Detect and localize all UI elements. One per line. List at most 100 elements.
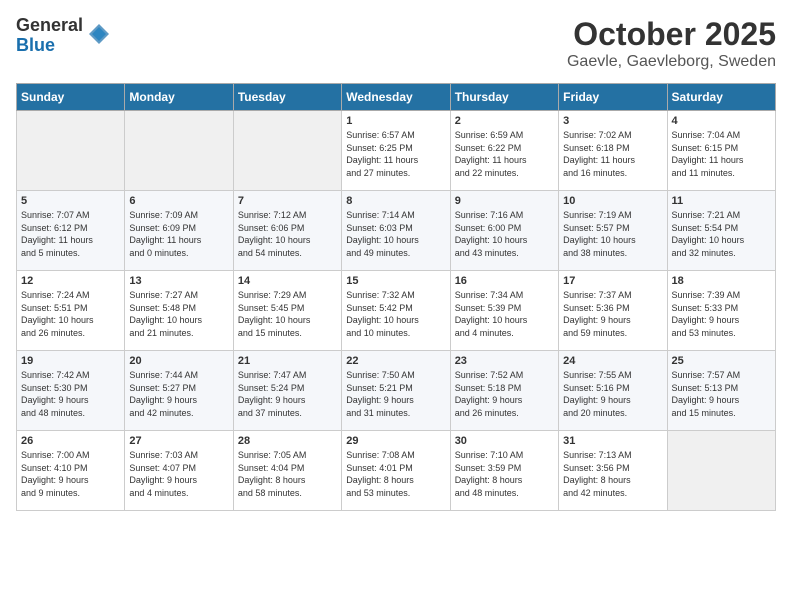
day-number: 30: [455, 435, 554, 447]
calendar-cell: [125, 111, 233, 191]
day-number: 1: [346, 115, 445, 127]
day-info: Sunrise: 7:13 AM Sunset: 3:56 PM Dayligh…: [563, 449, 662, 499]
calendar-cell: 12 Sunrise: 7:24 AM Sunset: 5:51 PM Dayli…: [17, 271, 125, 351]
day-number: 5: [21, 195, 120, 207]
header-day-wednesday: Wednesday: [342, 84, 450, 111]
header-row: SundayMondayTuesdayWednesdayThursdayFrid…: [17, 84, 776, 111]
calendar-table: SundayMondayTuesdayWednesdayThursdayFrid…: [16, 83, 776, 511]
day-info: Sunrise: 7:29 AM Sunset: 5:45 PM Dayligh…: [238, 289, 337, 339]
day-info: Sunrise: 7:47 AM Sunset: 5:24 PM Dayligh…: [238, 369, 337, 419]
day-number: 24: [563, 355, 662, 367]
day-number: 20: [129, 355, 228, 367]
calendar-header: SundayMondayTuesdayWednesdayThursdayFrid…: [17, 84, 776, 111]
calendar-cell: 1Sunrise: 6:57 AM Sunset: 6:25 PM Daylig…: [342, 111, 450, 191]
day-number: 15: [346, 275, 445, 287]
header-day-friday: Friday: [559, 84, 667, 111]
calendar-body: 1Sunrise: 6:57 AM Sunset: 6:25 PM Daylig…: [17, 111, 776, 511]
day-info: Sunrise: 7:44 AM Sunset: 5:27 PM Dayligh…: [129, 369, 228, 419]
calendar-cell: [17, 111, 125, 191]
calendar-cell: 21 Sunrise: 7:47 AM Sunset: 5:24 PM Dayli…: [233, 351, 341, 431]
day-number: 10: [563, 195, 662, 207]
calendar-cell: 5 Sunrise: 7:07 AM Sunset: 6:12 PM Daylig…: [17, 191, 125, 271]
day-info: Sunrise: 7:00 AM Sunset: 4:10 PM Dayligh…: [21, 449, 120, 499]
day-info: Sunrise: 7:14 AM Sunset: 6:03 PM Dayligh…: [346, 209, 445, 259]
day-info: Sunrise: 7:09 AM Sunset: 6:09 PM Dayligh…: [129, 209, 228, 259]
calendar-cell: 9 Sunrise: 7:16 AM Sunset: 6:00 PM Daylig…: [450, 191, 558, 271]
day-number: 19: [21, 355, 120, 367]
logo-general: General: [16, 16, 83, 36]
calendar-cell: [233, 111, 341, 191]
calendar-cell: 6 Sunrise: 7:09 AM Sunset: 6:09 PM Daylig…: [125, 191, 233, 271]
day-info: Sunrise: 7:57 AM Sunset: 5:13 PM Dayligh…: [672, 369, 771, 419]
logo: General Blue: [16, 16, 111, 56]
day-info: Sunrise: 7:08 AM Sunset: 4:01 PM Dayligh…: [346, 449, 445, 499]
day-info: Sunrise: 7:32 AM Sunset: 5:42 PM Dayligh…: [346, 289, 445, 339]
day-info: Sunrise: 7:50 AM Sunset: 5:21 PM Dayligh…: [346, 369, 445, 419]
day-number: 9: [455, 195, 554, 207]
day-number: 29: [346, 435, 445, 447]
day-number: 6: [129, 195, 228, 207]
day-number: 13: [129, 275, 228, 287]
calendar-cell: 19 Sunrise: 7:42 AM Sunset: 5:30 PM Dayli…: [17, 351, 125, 431]
day-number: 4: [672, 115, 771, 127]
calendar-cell: 27Sunrise: 7:03 AM Sunset: 4:07 PM Dayli…: [125, 431, 233, 511]
day-info: Sunrise: 7:34 AM Sunset: 5:39 PM Dayligh…: [455, 289, 554, 339]
header-day-tuesday: Tuesday: [233, 84, 341, 111]
day-number: 26: [21, 435, 120, 447]
day-number: 18: [672, 275, 771, 287]
day-info: Sunrise: 7:55 AM Sunset: 5:16 PM Dayligh…: [563, 369, 662, 419]
day-number: 12: [21, 275, 120, 287]
day-info: Sunrise: 7:12 AM Sunset: 6:06 PM Dayligh…: [238, 209, 337, 259]
day-info: Sunrise: 7:52 AM Sunset: 5:18 PM Dayligh…: [455, 369, 554, 419]
calendar-cell: 20 Sunrise: 7:44 AM Sunset: 5:27 PM Dayli…: [125, 351, 233, 431]
day-number: 27: [129, 435, 228, 447]
day-number: 3: [563, 115, 662, 127]
day-number: 11: [672, 195, 771, 207]
day-number: 16: [455, 275, 554, 287]
header: General Blue October 2025 Gaevle, Gaevle…: [16, 16, 776, 71]
day-number: 7: [238, 195, 337, 207]
day-info: Sunrise: 7:27 AM Sunset: 5:48 PM Dayligh…: [129, 289, 228, 339]
day-info: Sunrise: 7:07 AM Sunset: 6:12 PM Dayligh…: [21, 209, 120, 259]
month-title: October 2025: [567, 16, 776, 53]
calendar-cell: [667, 431, 775, 511]
calendar-cell: 24 Sunrise: 7:55 AM Sunset: 5:16 PM Dayli…: [559, 351, 667, 431]
day-number: 22: [346, 355, 445, 367]
week-row-5: 26 Sunrise: 7:00 AM Sunset: 4:10 PM Dayli…: [17, 431, 776, 511]
day-info: Sunrise: 7:19 AM Sunset: 5:57 PM Dayligh…: [563, 209, 662, 259]
week-row-3: 12 Sunrise: 7:24 AM Sunset: 5:51 PM Dayli…: [17, 271, 776, 351]
day-number: 8: [346, 195, 445, 207]
day-number: 28: [238, 435, 337, 447]
calendar-cell: 28 Sunrise: 7:05 AM Sunset: 4:04 PM Dayli…: [233, 431, 341, 511]
calendar-cell: 11 Sunrise: 7:21 AM Sunset: 5:54 PM Dayli…: [667, 191, 775, 271]
day-info: Sunrise: 7:37 AM Sunset: 5:36 PM Dayligh…: [563, 289, 662, 339]
day-info: Sunrise: 7:05 AM Sunset: 4:04 PM Dayligh…: [238, 449, 337, 499]
calendar-cell: 31 Sunrise: 7:13 AM Sunset: 3:56 PM Dayli…: [559, 431, 667, 511]
header-day-saturday: Saturday: [667, 84, 775, 111]
calendar-cell: 4 Sunrise: 7:04 AM Sunset: 6:15 PM Daylig…: [667, 111, 775, 191]
calendar-cell: 22 Sunrise: 7:50 AM Sunset: 5:21 PM Dayli…: [342, 351, 450, 431]
calendar-cell: 3 Sunrise: 7:02 AM Sunset: 6:18 PM Daylig…: [559, 111, 667, 191]
calendar-cell: 18 Sunrise: 7:39 AM Sunset: 5:33 PM Dayli…: [667, 271, 775, 351]
day-info: Sunrise: 7:21 AM Sunset: 5:54 PM Dayligh…: [672, 209, 771, 259]
calendar-cell: 7 Sunrise: 7:12 AM Sunset: 6:06 PM Daylig…: [233, 191, 341, 271]
day-info: Sunrise: 7:39 AM Sunset: 5:33 PM Dayligh…: [672, 289, 771, 339]
day-info: Sunrise: 7:02 AM Sunset: 6:18 PM Dayligh…: [563, 129, 662, 179]
day-number: 31: [563, 435, 662, 447]
calendar-cell: 13 Sunrise: 7:27 AM Sunset: 5:48 PM Dayli…: [125, 271, 233, 351]
day-number: 17: [563, 275, 662, 287]
week-row-2: 5 Sunrise: 7:07 AM Sunset: 6:12 PM Daylig…: [17, 191, 776, 271]
day-number: 21: [238, 355, 337, 367]
calendar-cell: 25Sunrise: 7:57 AM Sunset: 5:13 PM Dayli…: [667, 351, 775, 431]
calendar-cell: 23Sunrise: 7:52 AM Sunset: 5:18 PM Dayli…: [450, 351, 558, 431]
calendar-cell: 17 Sunrise: 7:37 AM Sunset: 5:36 PM Dayli…: [559, 271, 667, 351]
day-info: Sunrise: 7:24 AM Sunset: 5:51 PM Dayligh…: [21, 289, 120, 339]
calendar-cell: 29 Sunrise: 7:08 AM Sunset: 4:01 PM Dayli…: [342, 431, 450, 511]
day-info: Sunrise: 7:04 AM Sunset: 6:15 PM Dayligh…: [672, 129, 771, 179]
day-info: Sunrise: 7:16 AM Sunset: 6:00 PM Dayligh…: [455, 209, 554, 259]
header-day-monday: Monday: [125, 84, 233, 111]
title-block: October 2025 Gaevle, Gaevleborg, Sweden: [567, 16, 776, 71]
calendar-cell: 8 Sunrise: 7:14 AM Sunset: 6:03 PM Daylig…: [342, 191, 450, 271]
day-info: Sunrise: 7:42 AM Sunset: 5:30 PM Dayligh…: [21, 369, 120, 419]
calendar-cell: 2Sunrise: 6:59 AM Sunset: 6:22 PM Daylig…: [450, 111, 558, 191]
